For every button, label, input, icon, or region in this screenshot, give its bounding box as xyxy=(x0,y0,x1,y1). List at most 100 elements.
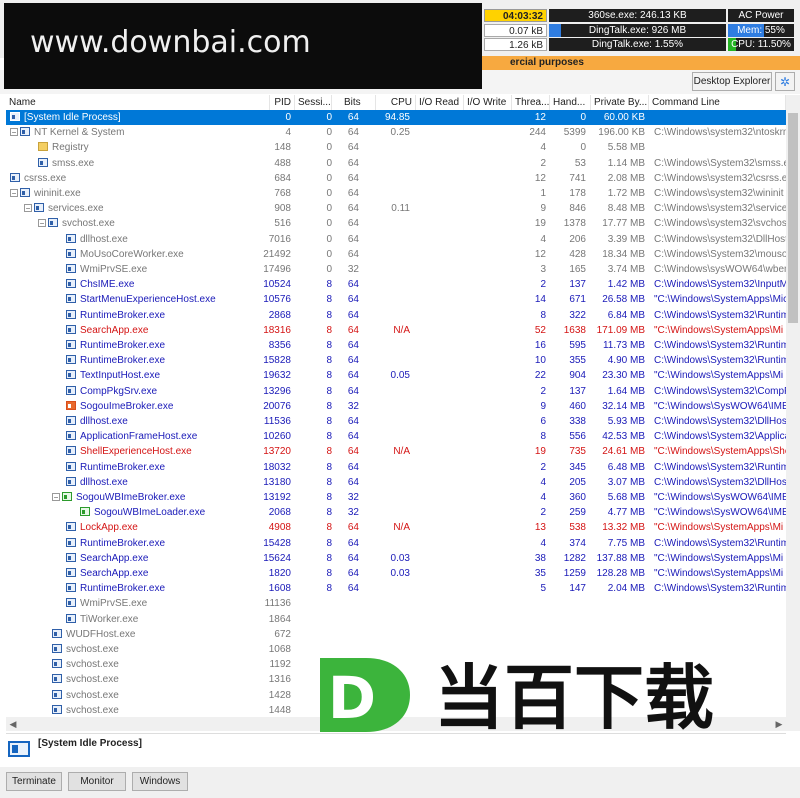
process-row[interactable]: [System Idle Process] 0 0 64 94.85 12 0 60.00 K… xyxy=(6,110,786,125)
column-header-io-write[interactable]: I/O Write xyxy=(464,95,512,110)
process-row[interactable]: ApplicationFrameHost.exe 10260 8 64 8 556 42.5… xyxy=(6,429,786,444)
process-row[interactable]: WUDFHost.exe 672 xyxy=(6,627,786,642)
collapse-toggle-icon[interactable]: − xyxy=(52,493,60,502)
process-session: 0 xyxy=(326,248,332,260)
process-bits: 64 xyxy=(347,370,359,382)
process-row[interactable]: LockApp.exe 4908 8 64 N/A 13 538 13.32 MB "C:\Wi… xyxy=(6,520,786,535)
process-bits: 64 xyxy=(347,552,359,564)
process-row[interactable]: RuntimeBroker.exe 1608 8 64 5 147 2.04 MB C:\Wi… xyxy=(6,581,786,596)
process-icon xyxy=(66,552,76,562)
process-handles xyxy=(548,627,586,642)
process-private-bytes: 26.58 MB xyxy=(602,294,645,306)
process-threads: 8 xyxy=(540,431,546,443)
column-header-cpu[interactable]: CPU xyxy=(376,95,416,110)
process-row[interactable]: RuntimeBroker.exe 15828 8 64 10 355 4.90 MB C:\… xyxy=(6,353,786,368)
process-row[interactable]: − NT Kernel & System 4 0 64 0.25 244 5399 196.00… xyxy=(6,125,786,140)
process-command-line: C:\Windows\System32\DllHost xyxy=(654,476,786,488)
process-pid: 15428 xyxy=(263,537,291,549)
process-name: SearchApp.exe xyxy=(80,568,149,579)
process-row[interactable]: Registry 148 0 64 4 0 5.58 MB xyxy=(6,140,786,155)
column-header-private-bytes[interactable]: Private By... xyxy=(591,95,649,110)
column-header-session[interactable]: Sessi... xyxy=(295,95,332,110)
monitor-button[interactable]: Monitor xyxy=(68,772,126,791)
process-session: 0 xyxy=(326,127,332,139)
process-threads: 5 xyxy=(540,583,546,595)
process-command-line xyxy=(654,627,786,642)
process-row[interactable]: − services.exe 908 0 64 0.11 9 846 8.48 MB C:\Win… xyxy=(6,201,786,216)
vertical-scrollbar[interactable] xyxy=(786,95,800,731)
column-header-threads[interactable]: Threa... xyxy=(512,95,550,110)
windows-button[interactable]: Windows xyxy=(132,772,188,791)
process-session xyxy=(295,596,332,611)
process-row[interactable]: WmiPrvSE.exe 11136 xyxy=(6,596,786,611)
process-handles: 360 xyxy=(569,492,586,503)
process-bits: 64 xyxy=(347,461,359,473)
process-pid: 18032 xyxy=(263,461,291,473)
process-private-bytes: 171.09 MB xyxy=(596,324,645,336)
process-row[interactable]: dllhost.exe 11536 8 64 6 338 5.93 MB C:\Windows… xyxy=(6,414,786,429)
process-icon xyxy=(66,370,76,380)
process-row[interactable]: − SogouWBImeBroker.exe 13192 8 32 4 360 5.68 MB… xyxy=(6,490,786,505)
process-bits: 64 xyxy=(347,188,359,199)
process-row[interactable]: dllhost.exe 7016 0 64 4 206 3.39 MB C:\Windows\… xyxy=(6,232,786,247)
collapse-toggle-icon[interactable]: − xyxy=(10,128,18,137)
process-threads xyxy=(516,596,546,611)
process-command-line: "C:\Windows\SystemApps\Mi xyxy=(654,552,784,564)
process-row[interactable]: RuntimeBroker.exe 15428 8 64 4 374 7.75 MB C:\W… xyxy=(6,536,786,551)
process-row[interactable]: − wininit.exe 768 0 64 1 178 1.72 MB C:\Windows\… xyxy=(6,186,786,201)
process-row[interactable]: ShellExperienceHost.exe 13720 8 64 N/A 19 735 2… xyxy=(6,444,786,459)
column-header-io-read[interactable]: I/O Read xyxy=(416,95,464,110)
column-header-handles[interactable]: Hand... xyxy=(550,95,591,110)
process-private-bytes: 128.28 MB xyxy=(596,568,645,579)
process-name: RuntimeBroker.exe xyxy=(80,461,166,473)
column-header-name[interactable]: Name xyxy=(6,95,270,110)
process-private-bytes: 3.74 MB xyxy=(607,264,645,275)
process-session: 8 xyxy=(326,476,332,488)
terminate-button[interactable]: Terminate xyxy=(6,772,62,791)
process-session: 8 xyxy=(326,416,332,427)
collapse-toggle-icon[interactable]: − xyxy=(24,204,32,213)
io-read-rate: 0.07 kB xyxy=(484,24,547,37)
process-handles: 0 xyxy=(580,112,586,123)
process-row[interactable]: − svchost.exe 516 0 64 19 1378 17.77 MB C:\Windo… xyxy=(6,216,786,231)
process-icon xyxy=(52,628,62,638)
process-cpu xyxy=(362,292,410,307)
process-row[interactable]: dllhost.exe 13180 8 64 4 205 3.07 MB C:\Windows… xyxy=(6,475,786,490)
column-header-pid[interactable]: PID xyxy=(270,95,295,110)
process-pid: 488 xyxy=(274,157,291,169)
scroll-left-icon[interactable]: ◀ xyxy=(6,717,20,731)
process-row[interactable]: smss.exe 488 0 64 2 53 1.14 MB C:\Windows\Syste… xyxy=(6,156,786,171)
process-row[interactable]: SearchApp.exe 15624 8 64 0.03 38 1282 137.88 MB… xyxy=(6,551,786,566)
process-row[interactable]: SearchApp.exe 18316 8 64 N/A 52 1638 171.09 MB "… xyxy=(6,323,786,338)
scrollbar-thumb[interactable] xyxy=(788,113,798,323)
process-pid: 19632 xyxy=(263,370,291,382)
process-row[interactable]: TiWorker.exe 1864 xyxy=(6,612,786,627)
process-name: LockApp.exe xyxy=(80,522,138,534)
collapse-toggle-icon[interactable]: − xyxy=(10,189,18,198)
process-row[interactable]: TextInputHost.exe 19632 8 64 0.05 22 904 23.30 … xyxy=(6,368,786,383)
process-icon xyxy=(20,188,30,197)
process-name: SearchApp.exe xyxy=(80,324,149,336)
column-header-command-line[interactable]: Command Line xyxy=(649,95,786,110)
process-row[interactable]: RuntimeBroker.exe 18032 8 64 2 345 6.48 MB C:\W… xyxy=(6,460,786,475)
process-row[interactable]: MoUsoCoreWorker.exe 21492 0 64 12 428 18.34 MB… xyxy=(6,247,786,262)
process-tree[interactable]: [System Idle Process] 0 0 64 94.85 12 0 60.00 K… xyxy=(6,110,786,717)
process-row[interactable]: RuntimeBroker.exe 8356 8 64 16 595 11.73 MB C:\… xyxy=(6,338,786,353)
settings-gear-icon[interactable]: ✲ xyxy=(775,72,795,91)
process-private-bytes: 1.64 MB xyxy=(607,385,645,397)
process-bits: 64 xyxy=(347,340,359,351)
process-row[interactable]: CompPkgSrv.exe 13296 8 64 2 137 1.64 MB C:\Wind… xyxy=(6,384,786,399)
process-row[interactable]: StartMenuExperienceHost.exe 10576 8 64 14 671… xyxy=(6,292,786,307)
process-row[interactable]: SogouImeBroker.exe 20076 8 32 9 460 32.14 MB "C… xyxy=(6,399,786,414)
process-row[interactable]: RuntimeBroker.exe 2868 8 64 8 322 6.84 MB C:\Wi… xyxy=(6,308,786,323)
process-row[interactable]: SearchApp.exe 1820 8 64 0.03 35 1259 128.28 MB "… xyxy=(6,566,786,581)
process-row[interactable]: ChsIME.exe 10524 8 64 2 137 1.42 MB C:\Windows\… xyxy=(6,277,786,292)
column-header-bits[interactable]: Bits xyxy=(332,95,376,110)
collapse-toggle-icon[interactable]: − xyxy=(38,219,46,228)
process-row[interactable]: SogouWBImeLoader.exe 2068 8 32 2 259 4.77 MB "C… xyxy=(6,505,786,520)
process-threads: 38 xyxy=(534,552,546,564)
process-command-line: "C:\Windows\SysWOW64\IME xyxy=(654,492,786,503)
desktop-explorer-button[interactable]: Desktop Explorer xyxy=(692,72,772,91)
process-row[interactable]: csrss.exe 684 0 64 12 741 2.08 MB C:\Windows\sy… xyxy=(6,171,786,186)
process-row[interactable]: WmiPrvSE.exe 17496 0 32 3 165 3.74 MB C:\Window… xyxy=(6,262,786,277)
